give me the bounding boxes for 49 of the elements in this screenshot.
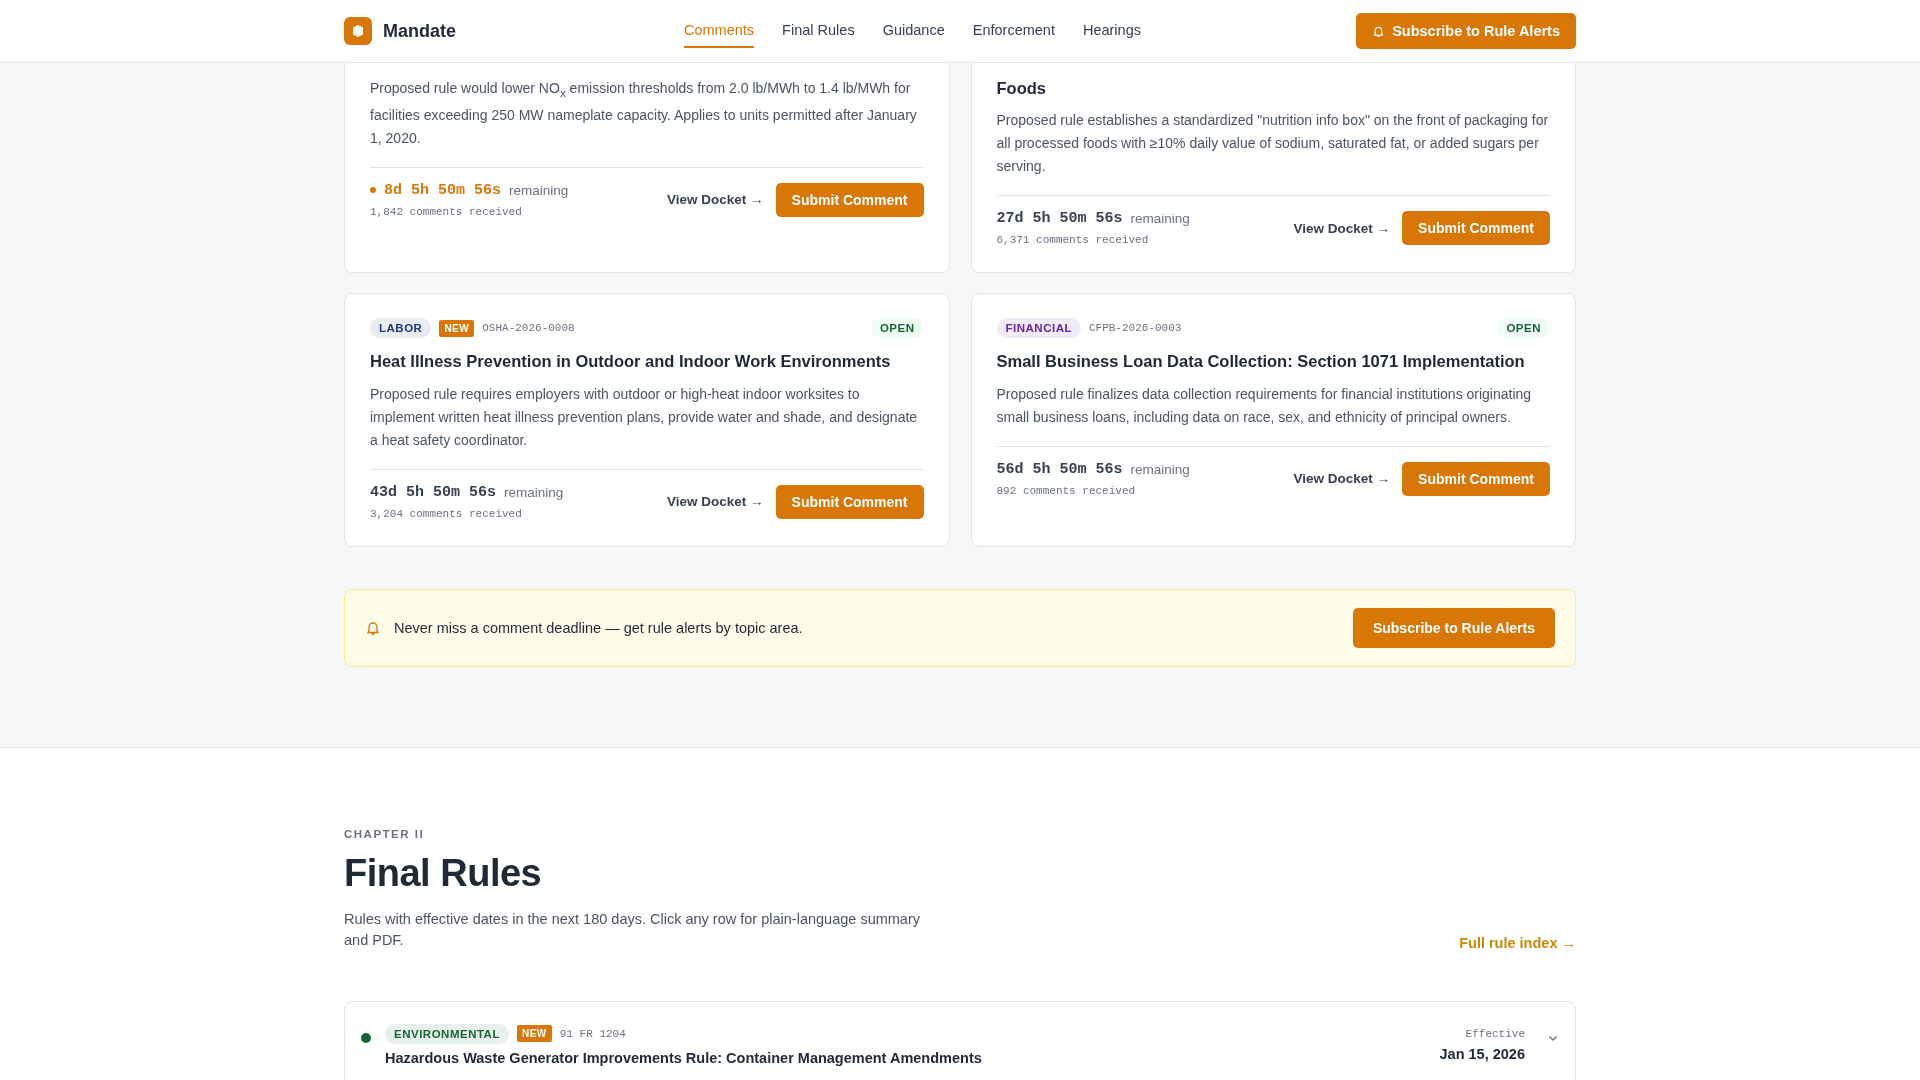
comment-count: 892 comments received	[996, 484, 1137, 497]
bell-icon	[365, 619, 381, 636]
docket-id: CFPB-2026-0003	[1088, 322, 1182, 335]
section-intro: Rules with effective dates in the next 180 days. Click any row for plain-language summary and PDF.	[344, 909, 921, 950]
logo-icon	[344, 17, 372, 45]
banner-text: Never miss a comment deadline — get rule alerts by topic area.	[394, 619, 804, 636]
countdown: 8d 5h 50m 56s	[384, 181, 502, 199]
rule-title: Foods	[996, 78, 1047, 99]
remaining-label: remaining	[1130, 461, 1190, 477]
status-badge: OPEN	[1497, 318, 1550, 339]
countdown: 56d 5h 50m 56s	[996, 460, 1123, 478]
status-badge: OPEN	[870, 318, 924, 339]
nav-link[interactable]: Hearings	[1082, 14, 1141, 48]
countdown: 27d 5h 50m 56s	[996, 210, 1123, 228]
topic-tag: FINANCIAL	[996, 318, 1081, 339]
effective-label: Effective	[1464, 1027, 1525, 1040]
brand-name: Mandate	[383, 20, 456, 42]
bell-icon	[1372, 24, 1386, 38]
view-docket-link[interactable]: View Docket →	[1293, 471, 1391, 487]
nav-link[interactable]: Guidance	[882, 14, 945, 48]
view-docket-link[interactable]: View Docket →	[1293, 220, 1391, 236]
rule-description: Proposed rule requires employers with outdoor or high-heat indoor worksites to implement written heat illness prevention plans, provide water and shade, and designate a heat safety coordinator.	[370, 384, 919, 450]
rule-description: Proposed rule would lower NO$_{x}$ emission thresholds from 2.0 lb/MWh to 1.4 lb/MWh for facilities exceeding 250 MW nameplate capacity. Applies to units permitted after January 1, 2020.	[370, 79, 918, 148]
docket-id: OSHA-2026-0008	[482, 322, 575, 335]
comment-count: 6,371 comments received	[996, 234, 1150, 247]
topic-tag: ENVIRONMENTAL	[385, 1023, 509, 1044]
view-docket-link[interactable]: View Docket →	[667, 192, 764, 208]
countdown: 43d 5h 50m 56s	[370, 483, 497, 501]
remaining-label: remaining	[1130, 211, 1190, 227]
rule-description: Proposed rule finalizes data collection requirements for financial institutions originating small business loans, including data on race, sex, and ethnicity of principal owners.	[996, 384, 1533, 427]
nav-link[interactable]: Final Rules	[782, 14, 855, 48]
rule-title: Small Business Loan Data Collection: Section 1071 Implementation	[996, 351, 1526, 373]
chapter-label: CHAPTER II	[344, 827, 426, 840]
view-docket-link[interactable]: View Docket →	[667, 494, 764, 510]
new-badge: NEW	[439, 319, 475, 337]
rule-title: Heat Illness Prevention in Outdoor and Indoor Work Environments	[370, 351, 892, 373]
effective-date: Jan 15, 2026	[1439, 1045, 1525, 1062]
comment-count: 1,842 comments received	[370, 205, 523, 218]
final-rule-row[interactable]: ENVIRONMENTAL NEW 91 FR 1204 Hazardous Waste Generator Improvements Rule: Container Management Amendments Effective Jan 15, 2026	[344, 1000, 1576, 1080]
remaining-label: remaining	[504, 484, 564, 500]
rule-title: Hazardous Waste Generator Improvements Rule: Container Management Amendments	[385, 1049, 983, 1066]
rule-description: Proposed rule establishes a standardized "nutrition info box" on the front of packaging for all processed foods with ≥10% daily value of sodium, saturated fat, or added sugars per serving.	[996, 111, 1550, 177]
comment-count: 3,204 comments received	[370, 507, 523, 520]
new-badge: NEW	[516, 1025, 552, 1043]
nav-link[interactable]: Enforcement	[972, 14, 1055, 48]
citation: 91 FR 1204	[559, 1027, 626, 1040]
section-heading: Final Rules	[344, 851, 543, 895]
remaining-label: remaining	[509, 182, 569, 198]
topic-tag: LABOR	[370, 318, 432, 339]
